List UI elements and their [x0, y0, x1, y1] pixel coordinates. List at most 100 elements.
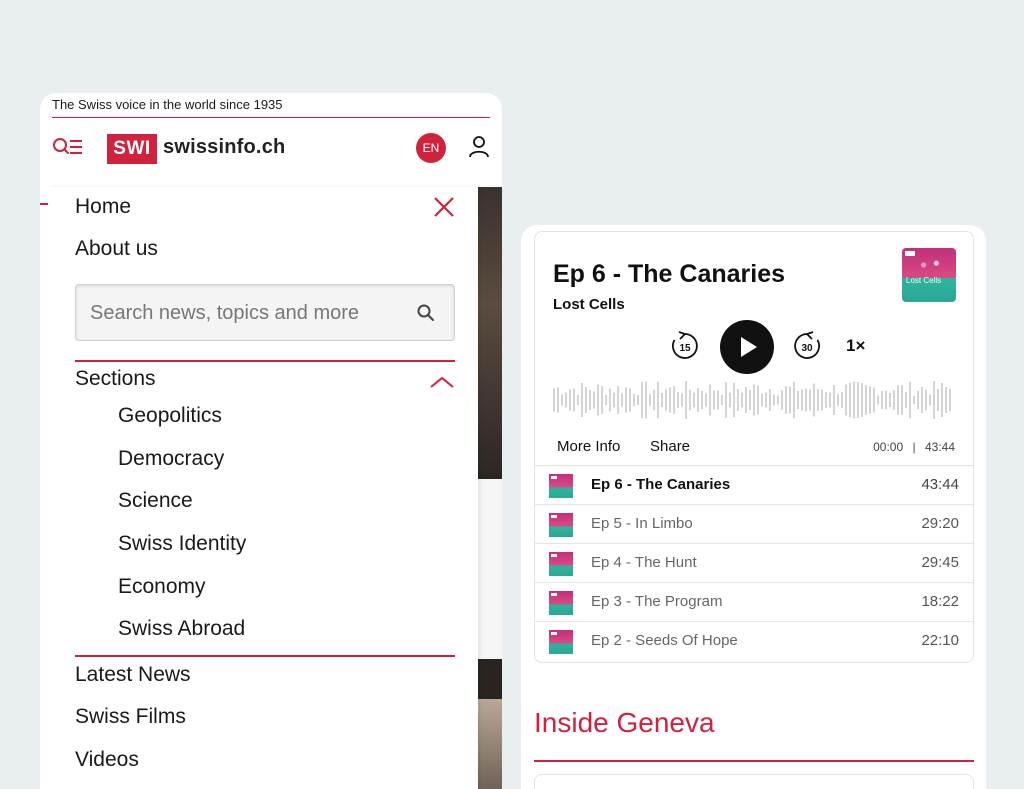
episode-row[interactable]: Ep 6 - The Canaries 43:44 [535, 466, 973, 505]
section-item-swiss-identity[interactable]: Swiss Identity [118, 532, 246, 556]
waveform-bar [641, 382, 643, 418]
share-button[interactable]: Share [650, 438, 690, 455]
rewind-seconds: 15 [679, 343, 691, 354]
episode-row[interactable]: Ep 5 - In Limbo 29:20 [535, 505, 973, 544]
playback-rate-button[interactable]: 1× [846, 336, 865, 356]
waveform-bar [777, 395, 779, 405]
site-name[interactable]: swissinfo.ch [163, 136, 285, 159]
close-icon[interactable] [432, 195, 456, 219]
waveform-bar [593, 391, 595, 409]
waveform-bar [877, 395, 879, 405]
podcast-player: Ep 6 - The Canaries Lost Cells Lost Cell… [534, 231, 974, 663]
waveform-bar [693, 392, 695, 408]
cover-title: Lost Cells [906, 276, 942, 285]
rewind-15-icon: 15 [672, 331, 698, 359]
episode-row[interactable]: Ep 4 - The Hunt 29:45 [535, 544, 973, 583]
waveform-bar [949, 389, 951, 411]
sections-toggle[interactable]: Sections [75, 367, 156, 391]
section-heading-divider [534, 760, 974, 762]
search-icon[interactable] [416, 303, 436, 323]
menu-item-videos[interactable]: Videos [75, 748, 139, 772]
waveform-bar [813, 383, 815, 417]
waveform-bar [597, 384, 599, 416]
waveform-bar [809, 389, 811, 411]
background-image [478, 187, 502, 479]
waveform-bar [925, 389, 927, 411]
rewind-button[interactable]: 15 [669, 330, 701, 367]
episode-name: Ep 4 - The Hunt [591, 554, 697, 571]
language-button[interactable]: EN [416, 133, 446, 163]
waveform-bar [697, 388, 699, 412]
waveform-bar [557, 387, 559, 413]
section-item-science[interactable]: Science [118, 489, 193, 513]
section-heading[interactable]: Inside Geneva [534, 707, 715, 739]
play-icon [720, 320, 774, 374]
swi-logo[interactable]: SWI [107, 134, 157, 164]
waveform-bar [889, 393, 891, 407]
waveform-bar [933, 381, 935, 419]
episode-duration: 29:20 [921, 515, 959, 532]
chevron-up-icon[interactable] [429, 375, 455, 389]
series-name[interactable]: Lost Cells [553, 296, 625, 313]
waveform-bar [617, 386, 619, 414]
waveform-bar [781, 390, 783, 410]
section-item-democracy[interactable]: Democracy [118, 447, 224, 471]
waveform-bar [665, 389, 667, 411]
waveform-bar [737, 389, 739, 411]
section-item-swiss-abroad[interactable]: Swiss Abroad [118, 617, 245, 641]
background-card [478, 479, 502, 659]
search-input[interactable] [90, 299, 400, 327]
waveform-bar [713, 390, 715, 410]
waveform-bar [573, 388, 575, 412]
waveform-bar [849, 383, 851, 417]
waveform-bar [917, 390, 919, 410]
waveform-bar [929, 394, 931, 406]
site-tagline: The Swiss voice in the world since 1935 [52, 97, 283, 112]
mobile-site-panel: The Swiss voice in the world since 1935 … [40, 93, 502, 789]
waveform-bar [861, 383, 863, 417]
waveform-bar [909, 381, 911, 419]
waveform-bar [789, 386, 791, 414]
waveform-bar [677, 392, 679, 408]
waveform-bar [865, 385, 867, 415]
waveform-bar [921, 387, 923, 413]
waveform-bar [645, 381, 647, 419]
menu-item-about-us[interactable]: About us [75, 237, 158, 261]
time-separator: | [912, 440, 916, 454]
search-menu-icon[interactable] [52, 136, 84, 160]
content-card[interactable] [534, 774, 974, 789]
more-info-button[interactable]: More Info [557, 438, 620, 455]
waveform-bar [709, 384, 711, 416]
waveform-bar [553, 388, 555, 412]
episode-name: Ep 6 - The Canaries [591, 476, 731, 493]
menu-item-swiss-films[interactable]: Swiss Films [75, 705, 186, 729]
section-item-geopolitics[interactable]: Geopolitics [118, 404, 222, 428]
waveform-bar [845, 384, 847, 416]
play-button[interactable] [720, 320, 774, 379]
section-item-economy[interactable]: Economy [118, 575, 206, 599]
sections-bottom-divider [75, 655, 455, 657]
waveform-bar [873, 387, 875, 413]
waveform-bar [669, 387, 671, 413]
waveform-bar [829, 392, 831, 408]
waveform-bar [561, 394, 563, 406]
episode-row[interactable]: Ep 2 - Seeds Of Hope 22:10 [535, 622, 973, 661]
waveform-bar [673, 386, 675, 414]
forward-button[interactable]: 30 [791, 330, 823, 367]
episode-row[interactable]: Ep 3 - The Program 18:22 [535, 583, 973, 622]
waveform-bar [817, 389, 819, 411]
podcast-page-panel: Ep 6 - The Canaries Lost Cells Lost Cell… [521, 225, 986, 789]
waveform-bar [833, 385, 835, 415]
background-image [478, 699, 502, 789]
menu-item-latest-news[interactable]: Latest News [75, 663, 191, 687]
search-box [75, 284, 455, 341]
waveform-bar [905, 392, 907, 408]
waveform-scrubber[interactable] [553, 380, 955, 420]
waveform-bar [897, 385, 899, 415]
user-icon[interactable] [468, 135, 490, 159]
waveform-bar [577, 395, 579, 405]
sections-divider [75, 360, 455, 362]
menu-item-home[interactable]: Home [75, 195, 131, 219]
waveform-bar [761, 394, 763, 406]
waveform-bar [745, 387, 747, 413]
